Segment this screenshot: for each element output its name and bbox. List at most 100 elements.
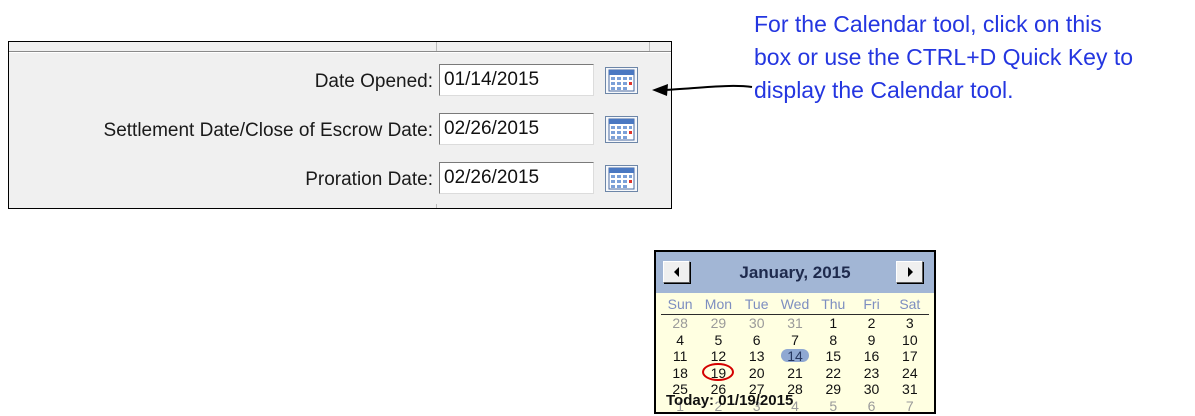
calendar-day-number: 7 [905, 397, 914, 414]
calendar-day-number: 29 [710, 315, 727, 331]
calendar-day-number: 9 [867, 331, 876, 348]
column-divider [436, 204, 437, 208]
calendar-day-number: 7 [791, 331, 799, 348]
calendar-day[interactable]: 6 [738, 332, 776, 349]
calendar-day-number: 1 [829, 315, 838, 331]
calendar-day-number: 19 [710, 364, 727, 381]
calendar-day-number: 28 [672, 315, 688, 331]
settlement-date-input[interactable] [439, 113, 594, 145]
calendar-day[interactable]: 31 [776, 315, 814, 332]
calendar-day[interactable]: 30 [852, 381, 890, 398]
weekday-label: Sun [667, 296, 693, 312]
settlement-date-calendar-button[interactable] [605, 116, 638, 143]
column-divider [436, 42, 437, 51]
calendar-day-number: 14 [787, 348, 803, 364]
settlement-date-label: Settlement Date/Close of Escrow Date: [103, 120, 433, 141]
annotation-arrow-icon [652, 84, 753, 96]
calendar-icon [608, 167, 635, 190]
calendar-day[interactable]: 1 [814, 315, 852, 332]
calendar-day[interactable]: 6 [852, 397, 890, 414]
calendar-day-number: 31 [902, 381, 918, 397]
calendar-day-number: 11 [672, 348, 688, 364]
panel-divider [9, 51, 671, 53]
date-opened-row: Date Opened: [9, 64, 671, 98]
proration-date-row: Proration Date: [9, 162, 671, 196]
calendar-day[interactable]: 29 [699, 315, 737, 332]
calendar-icon [608, 118, 635, 141]
calendar-day-number: 30 [748, 315, 765, 331]
calendar-day[interactable]: 13 [738, 348, 776, 365]
weekday-label: Fri [863, 296, 880, 312]
calendar-day[interactable]: 24 [891, 365, 929, 382]
calendar-day-number: 21 [787, 364, 803, 381]
weekday-label: Thu [821, 296, 846, 312]
calendar-day[interactable]: 21 [776, 365, 814, 382]
calendar-day[interactable]: 30 [738, 315, 776, 332]
calendar-month-title: January, 2015 [739, 263, 851, 282]
calendar-day-selected[interactable]: 14 [776, 348, 814, 365]
calendar-day[interactable]: 2 [852, 315, 890, 332]
calendar-day[interactable]: 3 [891, 315, 929, 332]
calendar-day[interactable]: 17 [891, 348, 929, 365]
calendar-day-number: 2 [867, 315, 876, 331]
calendar-day[interactable]: 31 [891, 381, 929, 398]
calendar-day-number: 13 [748, 348, 765, 364]
calendar-day[interactable]: 15 [814, 348, 852, 365]
column-divider [649, 42, 650, 51]
proration-date-label: Proration Date: [305, 169, 433, 190]
callout-line: For the Calendar tool, click on this [754, 11, 1102, 37]
settlement-date-row: Settlement Date/Close of Escrow Date: [9, 113, 671, 147]
calendar-day[interactable]: 9 [852, 332, 890, 349]
calendar-day[interactable]: 5 [814, 397, 852, 414]
calendar-day[interactable]: 20 [738, 365, 776, 382]
calendar-day-number: 17 [902, 348, 918, 364]
next-month-button[interactable] [896, 261, 923, 283]
calendar-day[interactable]: 10 [891, 332, 929, 349]
calendar-day-number: 31 [787, 315, 803, 331]
calendar-day[interactable]: 7 [776, 332, 814, 349]
calendar-week-row: 4 5 6 7 8 9 10 [661, 332, 929, 349]
calendar-day[interactable]: 4 [661, 332, 699, 349]
calendar-day[interactable]: 23 [852, 365, 890, 382]
calendar-callout: For the Calendar tool, click on this box… [754, 8, 1194, 107]
calendar-day-number: 22 [825, 364, 842, 381]
calendar-week-row: 18 19 20 21 22 23 24 [661, 362, 929, 382]
calendar-day[interactable]: 5 [699, 332, 737, 349]
calendar-day-number: 6 [752, 331, 761, 348]
date-form-panel: Date Opened: Settlement Date/Close of Es… [8, 41, 672, 209]
calendar-popup: January, 2015 Sun Mon Tue Wed Thu Fri Sat 28 29… [654, 250, 936, 414]
calendar-day-number: 3 [905, 315, 914, 331]
calendar-day[interactable]: 22 [814, 365, 852, 382]
calendar-day-number: 4 [676, 331, 685, 348]
triangle-right-icon [907, 267, 913, 277]
date-opened-input[interactable] [439, 64, 594, 96]
weekday-label: Wed [780, 296, 810, 312]
calendar-week-row: 11 12 13 14 15 16 17 [661, 348, 929, 365]
calendar-day[interactable]: 8 [814, 332, 852, 349]
callout-line: display the Calendar tool. [754, 77, 1014, 103]
calendar-day-number: 5 [714, 331, 723, 348]
calendar-icon [608, 69, 635, 92]
calendar-day[interactable]: 7 [891, 397, 929, 414]
calendar-day-number: 15 [825, 348, 842, 364]
calendar-day[interactable]: 28 [661, 315, 699, 332]
calendar-day[interactable]: 18 [661, 365, 699, 382]
calendar-day-number: 6 [867, 397, 876, 414]
calendar-day[interactable]: 11 [661, 348, 699, 365]
calendar-day-number: 29 [825, 381, 842, 397]
today-button[interactable]: Today: 01/19/2015 [666, 392, 793, 409]
calendar-week-row: 28 29 30 31 1 2 3 [661, 315, 929, 332]
calendar-day-number: 18 [672, 364, 688, 381]
calendar-day-today[interactable]: 19 [699, 362, 737, 382]
weekday-label: Sat [899, 296, 921, 312]
weekday-label: Mon [704, 296, 733, 312]
calendar-day[interactable]: 16 [852, 348, 890, 365]
proration-date-input[interactable] [439, 162, 594, 194]
calendar-day-number: 10 [902, 331, 918, 348]
date-opened-label: Date Opened: [314, 71, 433, 92]
calendar-day[interactable]: 29 [814, 381, 852, 398]
date-opened-calendar-button[interactable] [605, 67, 638, 94]
calendar-day-number: 5 [829, 397, 838, 414]
proration-date-calendar-button[interactable] [605, 165, 638, 192]
calendar-day-number: 23 [863, 364, 880, 381]
